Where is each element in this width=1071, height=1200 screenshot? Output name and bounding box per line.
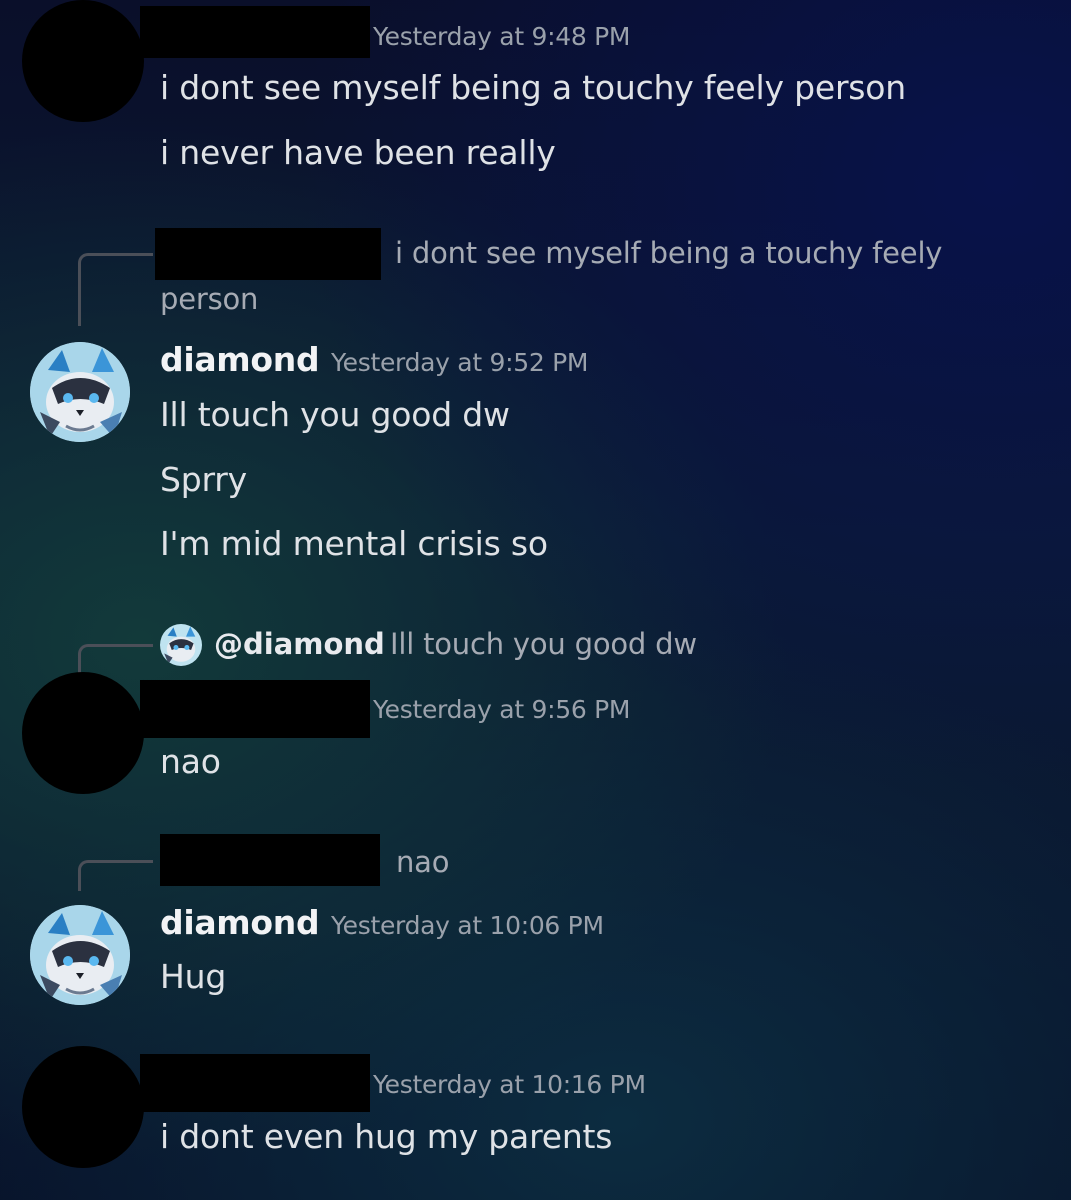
reply-diamond-avatar[interactable] — [160, 624, 202, 666]
author-name[interactable]: diamond — [160, 903, 320, 942]
message-text: Ill touch you good dw — [160, 395, 510, 434]
message-timestamp: Yesterday at 9:52 PM — [331, 348, 589, 377]
message-timestamp: Yesterday at 9:56 PM — [373, 695, 631, 724]
message-text: i dont see myself being a touchy feely p… — [160, 68, 907, 107]
redacted-avatar[interactable] — [22, 672, 144, 794]
reply-preview-text[interactable]: person — [160, 282, 258, 316]
message-text: Hug — [160, 957, 227, 996]
message-timestamp: Yesterday at 9:48 PM — [373, 22, 631, 51]
diamond-avatar[interactable] — [30, 905, 130, 1005]
message-text: i never have been really — [160, 133, 556, 172]
reply-mention[interactable]: @diamond — [214, 627, 385, 661]
message-timestamp: Yesterday at 10:16 PM — [373, 1070, 646, 1099]
reply-preview-text[interactable]: Ill touch you good dw — [390, 627, 697, 661]
message-text: i dont even hug my parents — [160, 1117, 613, 1156]
redacted-reply-username[interactable] — [155, 228, 381, 280]
message-text: Sprry — [160, 460, 247, 499]
redacted-reply-username[interactable] — [160, 834, 380, 886]
redacted-username[interactable] — [140, 1054, 370, 1112]
message-text: nao — [160, 742, 221, 781]
reply-spine — [78, 253, 153, 326]
author-name[interactable]: diamond — [160, 340, 320, 379]
redacted-username[interactable] — [140, 680, 370, 738]
redacted-avatar[interactable] — [22, 1046, 144, 1168]
diamond-avatar[interactable] — [30, 342, 130, 442]
message-text: I'm mid mental crisis so — [160, 524, 548, 563]
redacted-username[interactable] — [140, 6, 370, 58]
reply-spine — [78, 860, 153, 891]
reply-preview-text[interactable]: nao — [396, 845, 449, 879]
message-timestamp: Yesterday at 10:06 PM — [331, 911, 604, 940]
reply-preview-text[interactable]: i dont see myself being a touchy feely — [395, 236, 942, 270]
redacted-avatar[interactable] — [22, 0, 144, 122]
